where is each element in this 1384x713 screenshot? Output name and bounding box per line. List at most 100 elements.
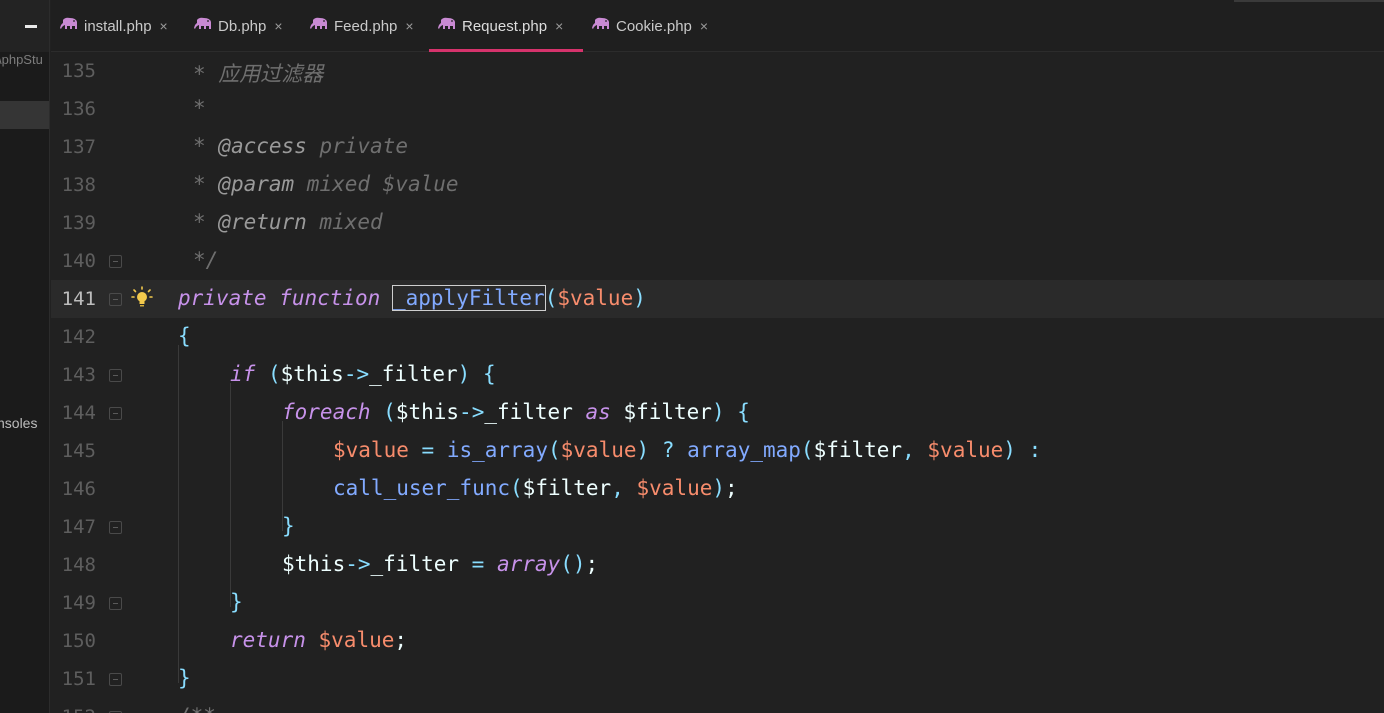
- code-token: {: [482, 362, 496, 386]
- code-text[interactable]: foreach ($this->_filter as $filter) {: [282, 400, 750, 424]
- code-line[interactable]: 146 call_user_func($filter, $value);: [51, 470, 1384, 508]
- code-text[interactable]: * @param mixed $value: [193, 172, 459, 196]
- code-token: * 应用过滤器: [193, 62, 324, 86]
- tab-label: install.php: [84, 17, 152, 35]
- project-tool-window: \phpStu nsoles: [0, 0, 50, 713]
- close-icon[interactable]: ×: [555, 18, 563, 34]
- code-text[interactable]: }: [230, 590, 243, 614]
- project-root-label[interactable]: \phpStu: [0, 52, 43, 67]
- code-line[interactable]: 148 $this->_filter = array();: [51, 546, 1384, 584]
- close-icon[interactable]: ×: [274, 18, 282, 34]
- tab-request[interactable]: Request.php ×: [429, 0, 583, 52]
- code-token: *: [193, 134, 219, 158]
- code-line[interactable]: 144 foreach ($this->_filter as $filter) {: [51, 394, 1384, 432]
- lightbulb-icon[interactable]: [131, 286, 153, 310]
- indent-guide: [230, 382, 231, 607]
- tab-db[interactable]: Db.php ×: [185, 0, 301, 52]
- code-token: ): [633, 286, 646, 310]
- code-token: $filter: [610, 400, 712, 424]
- fold-marker-icon[interactable]: [109, 521, 122, 534]
- code-token: {: [178, 324, 191, 348]
- code-token: }: [282, 514, 295, 538]
- line-number[interactable]: 144: [51, 402, 96, 424]
- line-number[interactable]: 146: [51, 478, 96, 500]
- code-token: as: [585, 400, 611, 424]
- code-editor[interactable]: 135 * 应用过滤器 136 * 137 * @access private 138 * @…: [51, 52, 1384, 713]
- project-tool-header: [0, 0, 49, 52]
- collapse-icon[interactable]: [25, 25, 37, 28]
- fold-marker-icon[interactable]: [109, 255, 122, 268]
- code-token: *: [193, 96, 206, 120]
- code-token: array: [496, 552, 561, 576]
- line-number[interactable]: 145: [51, 440, 96, 462]
- code-line[interactable]: 136 *: [51, 90, 1384, 128]
- line-number[interactable]: 143: [51, 364, 96, 386]
- line-number[interactable]: 142: [51, 326, 96, 348]
- line-number[interactable]: 147: [51, 516, 96, 538]
- line-number[interactable]: 137: [51, 136, 96, 158]
- fold-marker-icon[interactable]: [109, 293, 122, 306]
- close-icon[interactable]: ×: [405, 18, 413, 34]
- line-number[interactable]: 139: [51, 212, 96, 234]
- line-number[interactable]: 140: [51, 250, 96, 272]
- code-line[interactable]: 145 $value = is_array($value) ? array_map…: [51, 432, 1384, 470]
- code-line[interactable]: 139 * @return mixed: [51, 204, 1384, 242]
- code-text[interactable]: $value = is_array($value) ? array_map($f…: [333, 438, 1041, 462]
- line-number[interactable]: 148: [51, 554, 96, 576]
- code-line[interactable]: 147}: [51, 508, 1384, 546]
- code-text[interactable]: /**: [178, 704, 216, 713]
- line-number[interactable]: 141: [51, 288, 96, 310]
- code-token: (: [544, 286, 558, 310]
- code-text[interactable]: return $value;: [230, 628, 407, 652]
- line-number[interactable]: 152: [51, 706, 96, 713]
- code-text[interactable]: private function _applyFilter($value): [178, 285, 646, 311]
- fold-marker-icon[interactable]: [109, 407, 122, 420]
- code-token: =: [421, 438, 435, 462]
- code-line[interactable]: 151}: [51, 660, 1384, 698]
- line-number[interactable]: 136: [51, 98, 96, 120]
- fold-marker-icon[interactable]: [109, 673, 122, 686]
- code-text[interactable]: *: [193, 96, 206, 120]
- project-tree-selected-row[interactable]: [0, 101, 49, 129]
- code-text[interactable]: * 应用过滤器: [193, 58, 323, 88]
- code-line[interactable]: 150 return $value;: [51, 622, 1384, 660]
- code-text[interactable]: }: [178, 666, 191, 690]
- code-text[interactable]: if ($this->_filter) {: [230, 362, 496, 386]
- code-text[interactable]: * @return mixed: [193, 210, 383, 234]
- line-number[interactable]: 135: [51, 60, 96, 82]
- code-token: ;: [394, 628, 408, 652]
- code-line[interactable]: 135 * 应用过滤器: [51, 52, 1384, 90]
- code-text[interactable]: call_user_func($filter, $value);: [333, 476, 738, 500]
- code-line[interactable]: 143 if ($this->_filter) {: [51, 356, 1384, 394]
- close-icon[interactable]: ×: [700, 18, 708, 34]
- code-line[interactable]: 152 /**: [51, 698, 1384, 713]
- code-line[interactable]: 141 private function _applyFilter($value): [51, 280, 1384, 318]
- code-text[interactable]: $this->_filter = array();: [282, 552, 598, 576]
- code-text[interactable]: * @access private: [193, 134, 408, 158]
- code-text[interactable]: {: [178, 324, 191, 348]
- fold-marker-icon[interactable]: [109, 597, 122, 610]
- line-number[interactable]: 151: [51, 668, 96, 690]
- code-text[interactable]: }: [282, 514, 295, 538]
- code-line[interactable]: 140 */: [51, 242, 1384, 280]
- code-line[interactable]: 142 {: [51, 318, 1384, 356]
- code-text[interactable]: */: [193, 248, 218, 272]
- line-number[interactable]: 149: [51, 592, 96, 614]
- code-line[interactable]: 137 * @access private: [51, 128, 1384, 166]
- code-line[interactable]: 149}: [51, 584, 1384, 622]
- line-number[interactable]: 138: [51, 174, 96, 196]
- code-token: $this: [395, 400, 460, 424]
- line-number[interactable]: 150: [51, 630, 96, 652]
- close-icon[interactable]: ×: [160, 18, 168, 34]
- tab-feed[interactable]: Feed.php ×: [301, 0, 429, 52]
- code-line[interactable]: 138 * @param mixed $value: [51, 166, 1384, 204]
- code-token: foreach: [282, 400, 371, 424]
- tab-install[interactable]: install.php ×: [51, 0, 185, 52]
- scratches-consoles-label[interactable]: nsoles: [0, 415, 37, 431]
- tab-cookie[interactable]: Cookie.php ×: [583, 0, 723, 52]
- fold-marker-icon[interactable]: [109, 369, 122, 382]
- php-elephant-icon: [438, 17, 458, 35]
- indent-guide: [282, 420, 283, 531]
